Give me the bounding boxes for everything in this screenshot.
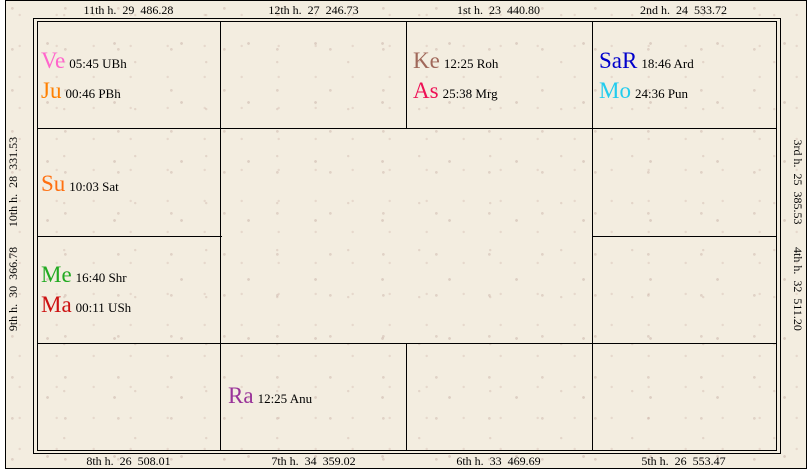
grid-line — [592, 128, 777, 129]
house-1-label: 1st h. 23 440.80 — [456, 3, 540, 17]
house-3-label: 3rd h. 25 385.53 — [791, 139, 805, 225]
house-6-label: 6th h. 33 469.69 — [456, 454, 541, 468]
grid-line — [592, 21, 593, 451]
planet-sun-info: 10:03 Sat — [69, 179, 119, 194]
house-5-label: 5th h. 26 553.47 — [641, 454, 726, 468]
ascendant-abbr: As — [413, 78, 439, 103]
planet-moon-info: 24:36 Pun — [634, 86, 689, 101]
planet-ketu-info: 12:25 Roh — [443, 56, 499, 71]
house-8-label: 8th h. 26 508.01 — [86, 454, 171, 468]
planet-jupiter-abbr: Ju — [41, 78, 62, 103]
house-11-label: 11th h. 29 486.28 — [83, 3, 174, 17]
planet-sun-abbr: Su — [41, 171, 66, 196]
planet-saturn-info: 18:46 Ard — [641, 56, 694, 71]
ascendant: As 25:38 Mrg — [413, 76, 498, 109]
planet-ketu: Ke 12:25 Roh — [413, 46, 498, 79]
planet-mercury-abbr: Me — [41, 262, 72, 287]
planet-mars-info: 00:11 USh — [75, 300, 132, 315]
house-7-label: 7th h. 34 359.02 — [271, 454, 356, 468]
grid-line — [220, 21, 221, 451]
house-2-label: 2nd h. 24 533.72 — [640, 3, 727, 17]
planet-mercury-info: 16:40 Shr — [75, 270, 127, 285]
planet-sun: Su 10:03 Sat — [41, 169, 119, 202]
grid-line — [406, 21, 407, 128]
planet-ketu-abbr: Ke — [413, 48, 440, 73]
house-10-label: 10th h. 28 331.53 — [6, 136, 20, 228]
planet-rahu-info: 12:25 Anu — [257, 391, 313, 406]
planet-mars: Ma 00:11 USh — [41, 290, 131, 323]
planet-mars-abbr: Ma — [41, 292, 72, 317]
planet-moon-abbr: Mo — [599, 78, 631, 103]
planet-venus-abbr: Ve — [41, 48, 66, 73]
grid-line — [222, 128, 592, 129]
planet-jupiter-info: 00:46 PBh — [65, 86, 121, 101]
planet-rahu: Ra 12:25 Anu — [228, 381, 312, 414]
planet-rahu-abbr: Ra — [228, 383, 254, 408]
planet-saturn: SaR 18:46 Ard — [599, 46, 694, 79]
house-12-label: 12th h. 27 246.73 — [268, 3, 359, 17]
planet-moon: Mo 24:36 Pun — [599, 76, 688, 109]
planet-jupiter: Ju 00:46 PBh — [41, 76, 121, 109]
grid-line — [37, 128, 222, 129]
house-9-label: 9th h. 30 366.78 — [6, 246, 20, 332]
south-indian-chart: 11th h. 29 486.28 12th h. 27 246.73 1st … — [5, 0, 807, 469]
grid-line — [37, 343, 777, 344]
planet-venus-info: 05:45 UBh — [69, 56, 127, 71]
grid-line — [406, 343, 407, 451]
planet-mercury: Me 16:40 Shr — [41, 260, 127, 293]
planet-venus: Ve 05:45 UBh — [41, 46, 127, 79]
planet-saturn-abbr: SaR — [599, 48, 638, 73]
grid-line — [37, 236, 222, 237]
grid-line — [592, 236, 777, 237]
house-4-label: 4th h. 32 511.20 — [791, 247, 805, 331]
ascendant-info: 25:38 Mrg — [442, 86, 498, 101]
